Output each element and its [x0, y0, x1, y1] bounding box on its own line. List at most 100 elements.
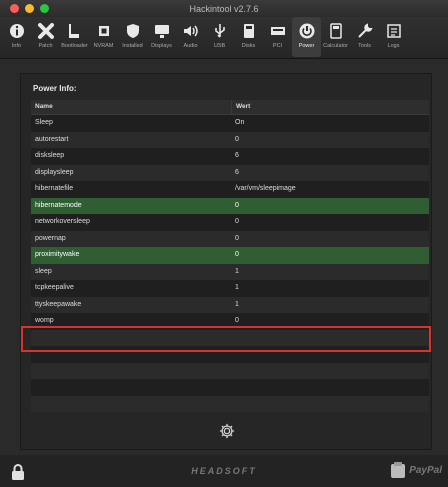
cell-name: powernap — [35, 234, 66, 242]
pci-icon — [269, 22, 287, 40]
table-row[interactable]: womp 0 — [31, 313, 429, 330]
paypal-label: PayPal — [409, 464, 442, 476]
toolbar-tab-label: USB — [213, 43, 226, 49]
toolbar-tab-usb[interactable]: USB — [205, 17, 234, 57]
toolbar-tab-label: PCI — [272, 43, 283, 49]
table-row[interactable]: Sleep On — [31, 115, 429, 132]
toolbar-tab-pci[interactable]: PCI — [263, 17, 292, 57]
cell-value: 1 — [235, 267, 239, 275]
table-row[interactable]: tcpkeepalive 1 — [31, 280, 429, 297]
cell-value: 0 — [235, 234, 239, 242]
toolbar-tab-label: Logs — [387, 43, 400, 49]
column-header-value[interactable]: Wert — [232, 100, 429, 114]
info-icon — [8, 22, 26, 40]
cell-value: 0 — [235, 135, 239, 143]
toolbar-tab-bootloader[interactable]: Bootloader — [60, 17, 89, 57]
power-info-table[interactable]: Name Wert Sleep On autorestart 0 disksleep 6 d… — [31, 100, 429, 412]
cell-value: 1 — [235, 284, 239, 291]
table-row[interactable]: autorestart 0 — [31, 131, 429, 148]
cell-name: networkoversleep — [35, 218, 90, 225]
table-row[interactable]: hibernatemode 0 — [31, 197, 429, 214]
shield-icon — [124, 22, 142, 40]
section-title: Power Info: — [33, 84, 77, 93]
cell-value: 0 — [235, 218, 239, 225]
toolbar-tab-label: Info — [11, 43, 22, 49]
cell-name: displaysleep — [35, 168, 74, 176]
calculator-icon — [327, 22, 345, 40]
logs-icon — [385, 22, 403, 40]
cell-value: On — [235, 119, 245, 126]
table-row[interactable]: powernap 0 — [31, 230, 429, 247]
patch-icon — [37, 22, 55, 40]
display-icon — [153, 22, 171, 40]
disk-icon — [240, 22, 258, 40]
toolbar-tab-tools[interactable]: Tools — [350, 17, 379, 57]
cell-name: sleep — [35, 267, 52, 275]
column-header-name[interactable]: Name — [31, 100, 232, 114]
cell-name: hibernatefile — [35, 185, 74, 192]
empty-table-row — [31, 329, 429, 346]
toolbar-tab-label: Disks — [241, 43, 256, 49]
cell-value: 6 — [235, 168, 239, 176]
paypal-icon — [391, 462, 406, 478]
toolbar-tab-info[interactable]: Info — [2, 17, 31, 57]
cell-value: 0 — [235, 251, 239, 258]
app-window: Hackintool v2.7.6 Info Patch Bootloader NVR… — [0, 0, 448, 487]
cell-name: womp — [35, 317, 54, 324]
table-header: Name Wert — [31, 100, 429, 115]
table-row[interactable]: hibernatefile/var/vm/sleepimage — [31, 181, 429, 198]
toolbar-tab-label: Patch — [38, 43, 53, 49]
toolbar-tab-label: Bootloader — [61, 43, 88, 49]
paypal-donate-button[interactable]: PayPal — [390, 461, 442, 479]
empty-table-row — [31, 395, 429, 412]
window-controls — [10, 4, 49, 13]
toolbar-tab-label: Calculator — [323, 43, 348, 49]
toolbar-tab-nvram[interactable]: NVRAM — [89, 17, 118, 57]
cell-name: tcpkeepalive — [35, 284, 74, 291]
toolbar-tab-label: Audio — [183, 43, 198, 49]
maximize-window-button[interactable] — [40, 4, 49, 13]
table-row[interactable]: sleep 1 — [31, 263, 429, 280]
cell-value: 6 — [235, 152, 239, 159]
usb-icon — [211, 22, 229, 40]
toolbar-tab-installed[interactable]: Installed — [118, 17, 147, 57]
window-title: Hackintool v2.7.6 — [189, 3, 259, 14]
toolbar-tab-label: Installed — [122, 43, 143, 49]
title-bar: Hackintool v2.7.6 — [0, 0, 448, 17]
toolbar-tab-patch[interactable]: Patch — [31, 17, 60, 57]
table-row[interactable]: ttyskeepawake 1 — [31, 296, 429, 313]
action-gear-button[interactable] — [217, 421, 237, 441]
speaker-icon — [182, 22, 200, 40]
toolbar-tab-displays[interactable]: Displays — [147, 17, 176, 57]
boot-icon — [66, 22, 84, 40]
toolbar: Info Patch Bootloader NVRAM Installed Display… — [0, 17, 448, 59]
power-icon — [298, 22, 316, 40]
cell-value: 0 — [235, 201, 239, 209]
toolbar-tab-label: Displays — [151, 43, 172, 49]
cell-value: /var/vm/sleepimage — [235, 185, 296, 192]
toolbar-tab-label: NVRAM — [93, 43, 114, 49]
empty-table-row — [31, 346, 429, 363]
table-body: Sleep On autorestart 0 disksleep 6 displayslee… — [31, 115, 429, 412]
footer: HEADSOFT PayPal — [0, 455, 448, 487]
toolbar-tab-disks[interactable]: Disks — [234, 17, 263, 57]
toolbar-tab-calculator[interactable]: Calculator — [321, 17, 350, 57]
toolbar-tab-logs[interactable]: Logs — [379, 17, 408, 57]
power-info-panel: Power Info: Name Wert Sleep On autorestart… — [20, 73, 432, 450]
brand-logo: HEADSOFT — [191, 466, 257, 476]
cell-value: 0 — [235, 317, 239, 324]
table-row[interactable]: displaysleep 6 — [31, 164, 429, 181]
toolbar-tab-label: Tools — [358, 43, 371, 49]
table-row[interactable]: disksleep 6 — [31, 148, 429, 165]
minimize-window-button[interactable] — [25, 4, 34, 13]
close-window-button[interactable] — [10, 4, 19, 13]
wrench-icon — [356, 22, 374, 40]
toolbar-tab-power[interactable]: Power — [292, 17, 321, 57]
chip-icon — [95, 22, 113, 40]
table-row[interactable]: proximitywake 0 — [31, 247, 429, 264]
table-row[interactable]: networkoversleep 0 — [31, 214, 429, 231]
empty-table-row — [31, 379, 429, 396]
toolbar-tab-audio[interactable]: Audio — [176, 17, 205, 57]
cell-name: disksleep — [35, 152, 65, 159]
cell-value: 1 — [235, 300, 239, 308]
